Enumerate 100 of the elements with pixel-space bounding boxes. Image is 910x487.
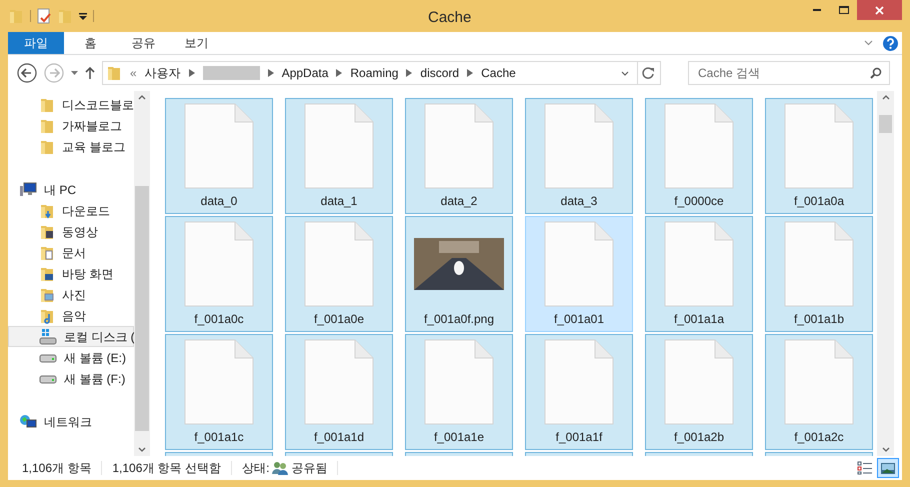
- file-tile[interactable]: data_0: [165, 98, 273, 214]
- file-tile[interactable]: f_001a0c: [165, 216, 273, 332]
- ribbon-tab[interactable]: 공유: [117, 32, 170, 54]
- address-bar[interactable]: « 사용자 AppData Roaming discord Cache: [102, 61, 661, 85]
- breadcrumb-item[interactable]: 사용자: [144, 64, 181, 82]
- folder-icon: [106, 65, 122, 81]
- drive-icon: [39, 328, 57, 344]
- dropdown-icon[interactable]: [71, 71, 78, 75]
- overflow-chevron[interactable]: «: [130, 64, 137, 82]
- file-tile[interactable]: f_001a1b: [765, 216, 873, 332]
- document-icon: [303, 102, 375, 190]
- properties-icon[interactable]: [37, 8, 51, 24]
- nav-item[interactable]: 새 볼륨 (E:): [8, 347, 134, 368]
- chevron-down-icon[interactable]: [864, 40, 873, 46]
- file-name: f_001a0c: [194, 311, 244, 328]
- document-icon: [183, 338, 255, 426]
- breadcrumb-item[interactable]: AppData: [282, 64, 328, 82]
- picture-icon: [881, 462, 895, 474]
- file-tile[interactable]: data_3: [525, 98, 633, 214]
- nav-item[interactable]: 바탕 화면: [8, 263, 134, 284]
- document-icon: [663, 102, 735, 190]
- file-tile[interactable]: f_001a1e: [405, 334, 513, 450]
- scrollbar-thumb[interactable]: [135, 186, 149, 431]
- help-icon[interactable]: [883, 36, 898, 50]
- file-tile[interactable]: f_001a0f.png: [405, 216, 513, 332]
- dropdown-icon[interactable]: [79, 12, 87, 20]
- document-icon: [303, 220, 375, 308]
- scroll-up-icon[interactable]: [138, 95, 146, 100]
- folder-icon: [8, 8, 24, 24]
- details-view-icon[interactable]: [857, 461, 873, 475]
- scrollbar-thumb[interactable]: [879, 114, 892, 132]
- nav-item[interactable]: 가짜블로그: [8, 115, 134, 136]
- nav-item[interactable]: 음악: [8, 305, 134, 326]
- nav-item[interactable]: 문서: [8, 242, 134, 263]
- file-tile[interactable]: f_001a1c: [165, 334, 273, 450]
- ribbon-tab[interactable]: 보기: [170, 32, 223, 54]
- nav-item[interactable]: 내 PC: [8, 179, 134, 200]
- document-icon: [543, 338, 615, 426]
- document-icon: [423, 102, 495, 190]
- file-name: f_001a0e: [314, 311, 364, 328]
- nav-item[interactable]: 교육 블로그: [8, 136, 134, 157]
- nav-item[interactable]: 새 볼륨 (F:): [8, 368, 134, 389]
- file-tile[interactable]: f_001a1f: [525, 334, 633, 450]
- file-tile[interactable]: f_0000ce: [645, 98, 753, 214]
- file-name: data_1: [320, 193, 358, 210]
- file-name: data_2: [440, 193, 478, 210]
- document-icon: [783, 102, 855, 190]
- document-icon: [783, 338, 855, 426]
- file-tile[interactable]: f_001a2b: [645, 334, 753, 450]
- file-tile[interactable]: data_2: [405, 98, 513, 214]
- nav-item[interactable]: 네트워크: [8, 411, 134, 432]
- file-name: f_001a01: [554, 311, 604, 328]
- close-button[interactable]: [857, 0, 902, 20]
- document-icon: [543, 220, 615, 308]
- document-icon: [543, 102, 615, 190]
- file-tile[interactable]: f_001a2c: [765, 334, 873, 450]
- back-icon[interactable]: [17, 63, 37, 83]
- breadcrumb-item[interactable]: Roaming: [350, 64, 398, 82]
- file-tile[interactable]: f_001a1d: [285, 334, 393, 450]
- document-icon: [303, 338, 375, 426]
- scroll-up-icon[interactable]: [882, 95, 890, 100]
- folder-icon: [39, 118, 55, 134]
- file-tile[interactable]: f_001a1a: [645, 216, 753, 332]
- folder-icon: [57, 8, 73, 24]
- ribbon-tab[interactable]: 파일: [8, 32, 64, 54]
- desktop-folder-icon: [39, 266, 55, 282]
- nav-item[interactable]: 디스코드블로: [8, 94, 134, 115]
- file-name: f_001a1c: [194, 429, 244, 446]
- breadcrumb-separator-icon: [406, 69, 412, 77]
- ribbon-tab[interactable]: 홈: [64, 32, 117, 54]
- chevron-down-icon[interactable]: [621, 70, 629, 76]
- large-icons-view-button[interactable]: [877, 458, 899, 478]
- up-arrow-icon[interactable]: [85, 67, 95, 79]
- file-tile[interactable]: f_001a01: [525, 216, 633, 332]
- selection-count: 1,106개 항목 선택함: [112, 460, 222, 477]
- status-value: 공유됨: [291, 460, 328, 477]
- minimize-icon: [813, 9, 821, 11]
- file-name: f_001a1e: [434, 429, 484, 446]
- file-tile[interactable]: f_001a0e: [285, 216, 393, 332]
- downloads-folder-icon: [39, 202, 55, 218]
- nav-item[interactable]: 동영상: [8, 221, 134, 242]
- document-icon: [423, 338, 495, 426]
- document-icon: [183, 220, 255, 308]
- nav-item[interactable]: 사진: [8, 284, 134, 305]
- scrollbar[interactable]: [134, 91, 150, 456]
- scroll-down-icon[interactable]: [882, 447, 890, 452]
- search-field[interactable]: Cache 검색: [688, 61, 890, 85]
- file-name: f_001a0a: [794, 193, 844, 210]
- breadcrumb-item[interactable]: Cache: [481, 64, 516, 82]
- scroll-down-icon[interactable]: [138, 447, 146, 452]
- file-name: f_001a2b: [674, 429, 724, 446]
- videos-folder-icon: [39, 224, 55, 240]
- file-name: f_001a1b: [794, 311, 844, 328]
- breadcrumb-item[interactable]: discord: [420, 64, 460, 82]
- scrollbar[interactable]: [877, 91, 894, 456]
- file-tile[interactable]: f_001a0a: [765, 98, 873, 214]
- search-icon: [870, 67, 882, 79]
- nav-item[interactable]: 다운로드: [8, 200, 134, 221]
- file-tile[interactable]: data_1: [285, 98, 393, 214]
- close-icon: [875, 6, 884, 14]
